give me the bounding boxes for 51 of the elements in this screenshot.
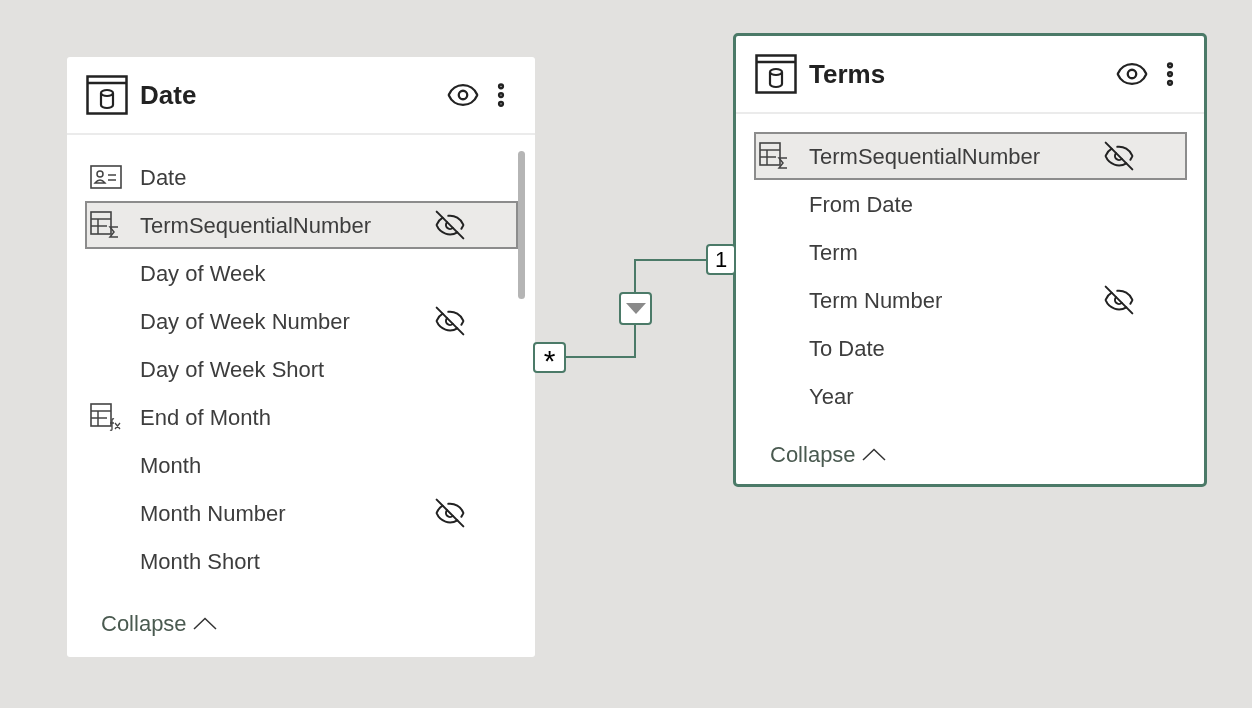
field-name: End of Month <box>140 403 272 432</box>
field-name: Term Number <box>809 286 944 315</box>
cardinality-label: * <box>533 342 566 373</box>
table-icon <box>755 54 797 94</box>
field-name: Month Number <box>140 499 287 528</box>
field-row[interactable]: TermSequentialNumber <box>754 132 1187 180</box>
field-row[interactable]: From Date <box>754 180 1187 228</box>
field-row[interactable]: Day of Week Number <box>85 297 518 345</box>
hidden-icon <box>434 209 466 241</box>
field-name: TermSequentialNumber <box>809 142 1042 171</box>
table-icon <box>86 75 128 115</box>
table-title: Date <box>140 78 197 112</box>
field-name: Term <box>809 238 859 267</box>
field-row[interactable]: Day of Week <box>85 249 518 297</box>
field-row[interactable]: TermSequentialNumber <box>85 201 518 249</box>
field-name: Year <box>809 382 855 411</box>
field-row[interactable]: To Date <box>754 324 1187 372</box>
field-name: TermSequentialNumber <box>140 211 373 240</box>
id-card-icon <box>90 165 122 189</box>
field-name: Month Short <box>140 547 261 576</box>
field-row[interactable]: Month Number <box>85 489 518 537</box>
field-name: Month <box>140 451 203 480</box>
field-name: From Date <box>809 190 914 219</box>
table-card[interactable]: Date Date TermSequentialNumber Day of Week Day of Week Number Day of Week Short End of Month Month Month Number Month Short Collapse <box>67 57 535 657</box>
filter-direction-icon[interactable] <box>619 292 652 325</box>
field-name: Date <box>140 163 188 192</box>
field-row[interactable]: Year <box>754 372 1187 420</box>
field-name: To Date <box>809 334 886 363</box>
field-name: Day of Week Number <box>140 307 351 336</box>
collapse-button[interactable]: Collapse <box>770 438 886 471</box>
field-name: Day of Week <box>140 259 267 288</box>
field-row[interactable]: Term Number <box>754 276 1187 324</box>
table-formula-icon <box>90 403 122 431</box>
hidden-icon <box>1103 140 1135 172</box>
field-row[interactable]: Date <box>85 153 518 201</box>
cardinality-label: 1 <box>706 244 736 275</box>
chevron-up-icon <box>192 617 217 630</box>
field-name: Day of Week Short <box>140 355 326 384</box>
field-row[interactable]: Month Short <box>85 537 518 585</box>
hidden-icon <box>1103 284 1135 316</box>
collapse-button[interactable]: Collapse <box>101 607 217 640</box>
hidden-icon <box>434 497 466 529</box>
table-title: Terms <box>809 57 886 91</box>
field-row[interactable]: End of Month <box>85 393 518 441</box>
chevron-up-icon <box>861 448 886 461</box>
field-row[interactable]: Month <box>85 441 518 489</box>
scrollbar[interactable] <box>518 151 525 299</box>
table-card[interactable]: Terms TermSequentialNumber From Date Term Term Number To Date Year Collapse <box>733 33 1207 487</box>
hidden-icon <box>434 305 466 337</box>
field-row[interactable]: Term <box>754 228 1187 276</box>
field-row[interactable]: Day of Week Short <box>85 345 518 393</box>
